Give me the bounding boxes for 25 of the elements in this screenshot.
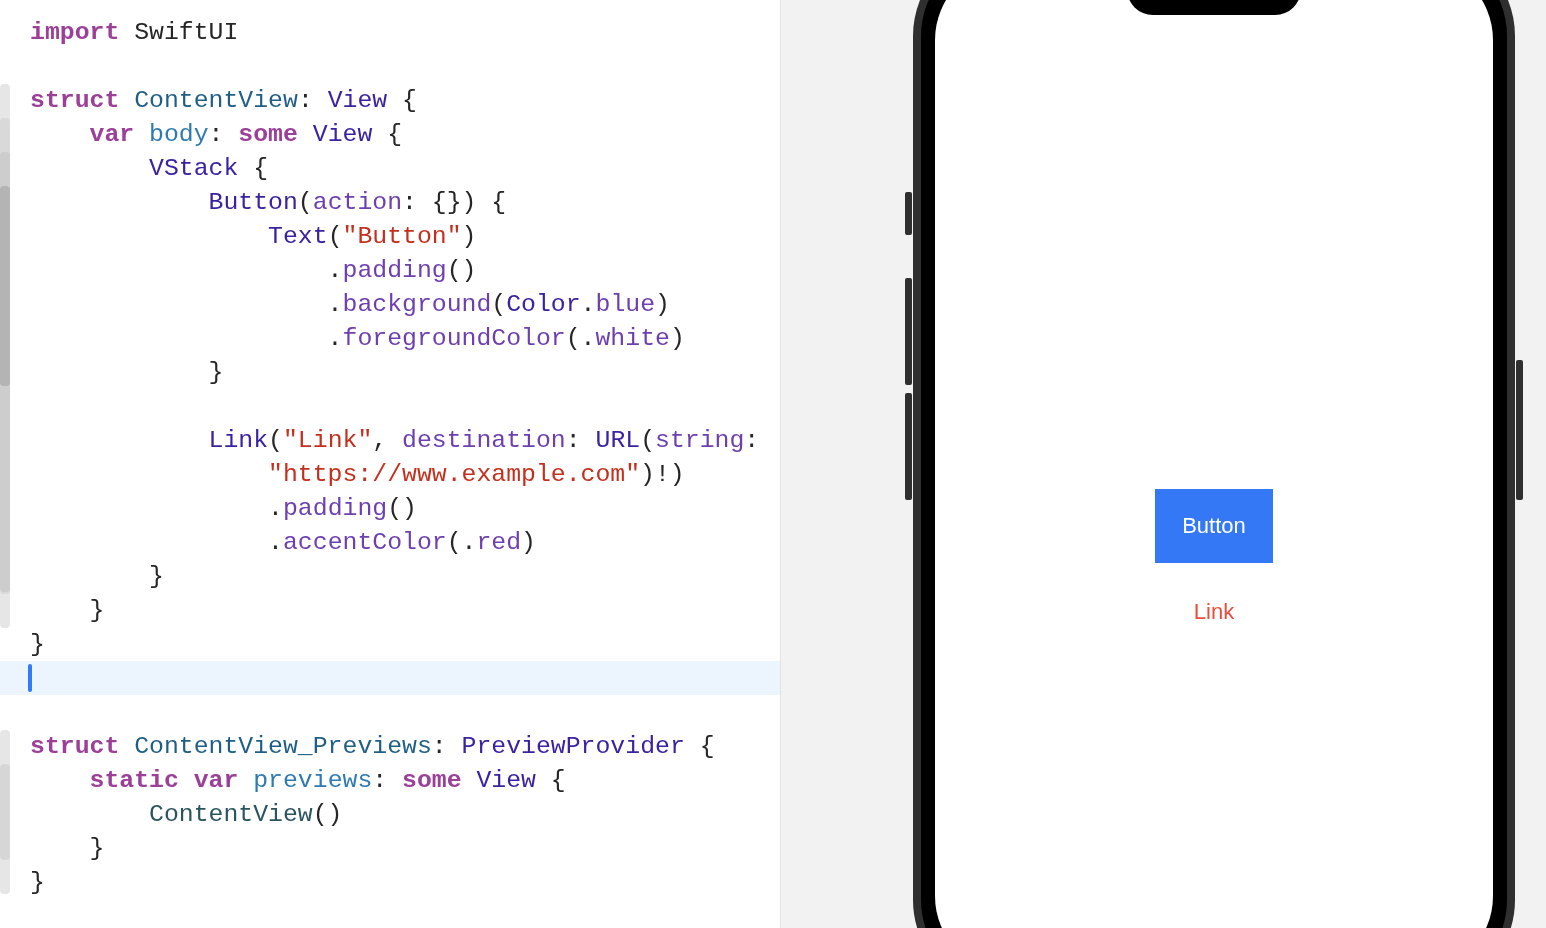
code-line: .padding() [326,255,478,286]
code-line: } [29,629,46,660]
code-line: .background(Color.blue) [326,289,671,320]
code-line: VStack { [148,153,270,184]
code-line: Button(action: {}) { [207,187,508,218]
code-line: struct ContentView: View { [29,85,418,116]
code-line: var body: some View { [88,119,404,150]
code-line: } [88,595,106,626]
code-line: static var previews: some View { [88,765,567,796]
code-line: .accentColor(.red) [267,527,537,558]
code-line: Link("Link", destination: URL(string: [207,425,761,456]
preview-button[interactable]: Button [1155,489,1273,563]
code-line: } [88,833,106,864]
code-line: struct ContentView_Previews: PreviewProvider { [29,731,716,762]
code-line: Text("Button") [267,221,478,252]
code-editor[interactable] [0,0,781,928]
code-line: } [148,561,165,592]
code-line: .padding() [267,493,418,524]
code-line: ContentView() [148,799,344,830]
code-line: } [29,867,46,898]
code-line: } [207,357,225,388]
preview-link[interactable]: Link [1193,599,1235,625]
code-line: .foregroundColor(.white) [326,323,686,354]
code-line: "https://www.example.com")!) [267,459,686,490]
code-line: import SwiftUI [29,17,240,48]
